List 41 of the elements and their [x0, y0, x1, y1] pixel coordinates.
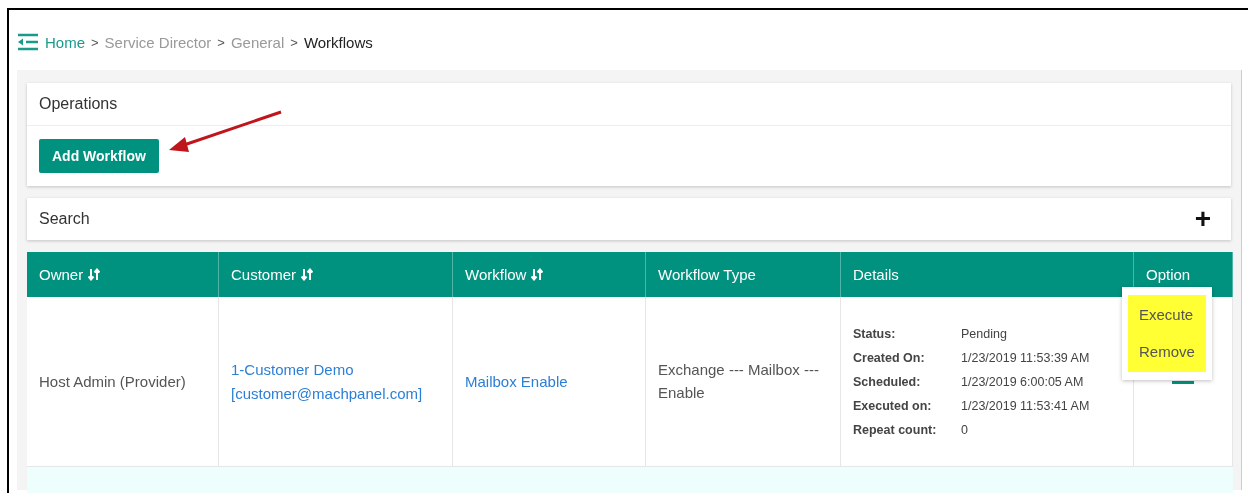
detail-label: Repeat count: — [853, 422, 938, 437]
breadcrumb-item[interactable]: Service Director — [104, 33, 212, 51]
detail-label: Status: — [853, 326, 897, 341]
column-header[interactable]: Customer — [219, 252, 453, 297]
detail-label: Executed on: — [853, 398, 933, 413]
detail-value: Pending — [961, 326, 1008, 341]
column-title: Option — [1146, 266, 1191, 283]
detail-label: Created On: — [853, 350, 926, 365]
breadcrumb-separator: > — [290, 34, 298, 50]
menu-collapse-icon[interactable] — [17, 33, 39, 51]
expand-button[interactable]: + — [1194, 205, 1219, 233]
table-cell: Host Admin (Provider) — [27, 297, 219, 467]
menu-item[interactable]: Remove — [1139, 343, 1195, 360]
panel-title: Search — [39, 210, 90, 228]
menu-item[interactable]: Execute — [1139, 306, 1195, 323]
detail-value: 1/23/2019 11:53:41 AM — [961, 398, 1090, 413]
detail-value: 0 — [961, 422, 969, 437]
customer-link[interactable]: [customer@machpanel.com] — [231, 382, 423, 405]
add-workflow-button[interactable]: Add Workflow — [39, 139, 159, 173]
column-header[interactable]: Owner — [27, 252, 219, 297]
detail-label: Scheduled: — [853, 374, 922, 389]
column-title: Workflow Type — [658, 266, 756, 283]
column-title: Customer — [231, 266, 297, 283]
customer-link[interactable]: 1-Customer Demo — [231, 358, 423, 381]
breadcrumb-item[interactable]: General — [230, 33, 285, 51]
workflow-link[interactable]: Mailbox Enable — [465, 373, 568, 390]
breadcrumb-separator: > — [217, 34, 225, 50]
column-title: Workflow — [465, 266, 527, 283]
breadcrumb-separator: > — [91, 34, 99, 50]
sort-icon[interactable] — [301, 268, 314, 281]
panel-title: Operations — [39, 95, 118, 113]
column-title: Details — [853, 266, 899, 283]
breadcrumb-item: Workflows — [303, 33, 373, 51]
column-title: Owner — [39, 266, 84, 283]
table-cell: Exchange --- Mailbox --- Enable — [646, 297, 841, 467]
sort-icon[interactable] — [88, 268, 101, 281]
sort-icon[interactable] — [531, 268, 544, 281]
breadcrumb-item[interactable]: Home — [45, 33, 85, 51]
column-header[interactable]: Workflow — [453, 252, 646, 297]
detail-value: 1/23/2019 11:53:39 AM — [961, 350, 1090, 365]
detail-value: 1/23/2019 6:00:05 AM — [961, 374, 1085, 389]
